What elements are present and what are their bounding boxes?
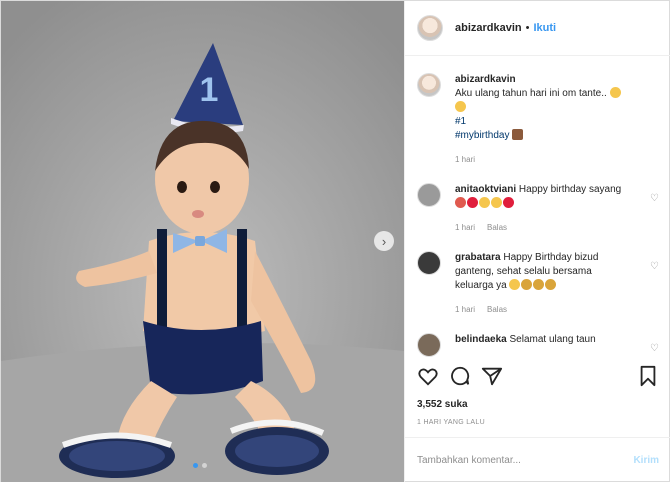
caption: abizardkavin Aku ulang tahun hari ini om… [417,73,659,167]
party-emoji-icon [521,279,533,290]
like-comment-heart-icon[interactable]: ♡ [650,261,659,272]
comment-username[interactable]: anitaoktviani [455,184,516,195]
cake-icon [512,129,524,140]
heart-emoji-icon [467,197,478,208]
post-actions [405,361,670,391]
caption-username[interactable]: abizardkavin [455,74,516,85]
hashtag-1[interactable]: #1 [455,115,625,129]
heart-emoji-icon [503,197,514,208]
instagram-post-modal: 1 › abizardkavin • Ikuti abizardkavin Ak… [0,0,670,482]
avatar[interactable] [417,15,443,41]
comment-age: 1 hari [455,223,476,232]
next-photo-button[interactable]: › [374,231,394,251]
avatar[interactable] [417,183,441,207]
avatar[interactable] [417,333,441,357]
comment-text: Happy birthday sayang [518,184,622,195]
reply-button[interactable]: Balas [487,221,507,235]
comment-username[interactable]: belindaeka [455,334,507,345]
share-icon[interactable] [481,365,503,387]
comments-list[interactable]: abizardkavin Aku ulang tahun hari ini om… [405,57,670,357]
comment-item: grabatara Happy Birthday bizud ganteng, … [417,251,659,317]
hat-number: 1 [200,71,219,109]
emoji-icon [509,279,521,290]
comment-input[interactable] [417,455,617,466]
like-comment-heart-icon[interactable]: ♡ [650,193,659,204]
carousel-indicator [193,463,207,468]
carousel-dot-active [193,463,198,468]
caption-text: Aku ulang tahun hari ini om tante.. [455,88,607,99]
carousel-dot [202,463,207,468]
party-emoji-icon [545,279,557,290]
reply-button[interactable]: Balas [487,303,507,317]
chevron-right-icon: › [381,233,387,249]
post-timestamp: 1 HARI YANG LALU [417,419,485,426]
avatar[interactable] [417,251,441,275]
like-comment-heart-icon[interactable]: ♡ [650,343,659,354]
send-comment-button[interactable]: Kirim [633,455,659,466]
likes-count[interactable]: 3,552 suka [417,399,468,410]
separator-dot: • [525,22,530,34]
comment-age: 1 hari [455,305,476,314]
post-photo[interactable]: 1 › [1,1,404,482]
hashtag-mybirthday[interactable]: #mybirthday [455,130,509,141]
emoji-icon [491,197,502,208]
comment-item: anitaoktviani Happy birthday sayang 1 ha… [417,183,659,235]
comment-text: Selamat ulang taun [509,334,596,345]
comment-username[interactable]: grabatara [455,252,501,263]
post-sidebar: abizardkavin • Ikuti abizardkavin Aku ul… [404,1,670,482]
heart-icon[interactable] [417,365,439,387]
party-emoji-icon [533,279,545,290]
emoji-icon [455,197,466,208]
comment-item: belindaeka Selamat ulang taun ♡ [417,333,659,357]
emoji-icon [455,101,466,112]
caption-age: 1 hari [455,155,476,164]
avatar[interactable] [417,73,441,97]
emoji-icon [479,197,490,208]
post-username[interactable]: abizardkavin [455,22,522,34]
post-header: abizardkavin • Ikuti [405,1,670,56]
emoji-icon [609,87,621,98]
add-comment-bar: Kirim [405,437,670,482]
comment-icon[interactable] [449,365,471,387]
bookmark-icon[interactable] [637,365,659,387]
follow-button[interactable]: Ikuti [534,22,557,34]
baby-photo-illustration: 1 [1,1,404,482]
